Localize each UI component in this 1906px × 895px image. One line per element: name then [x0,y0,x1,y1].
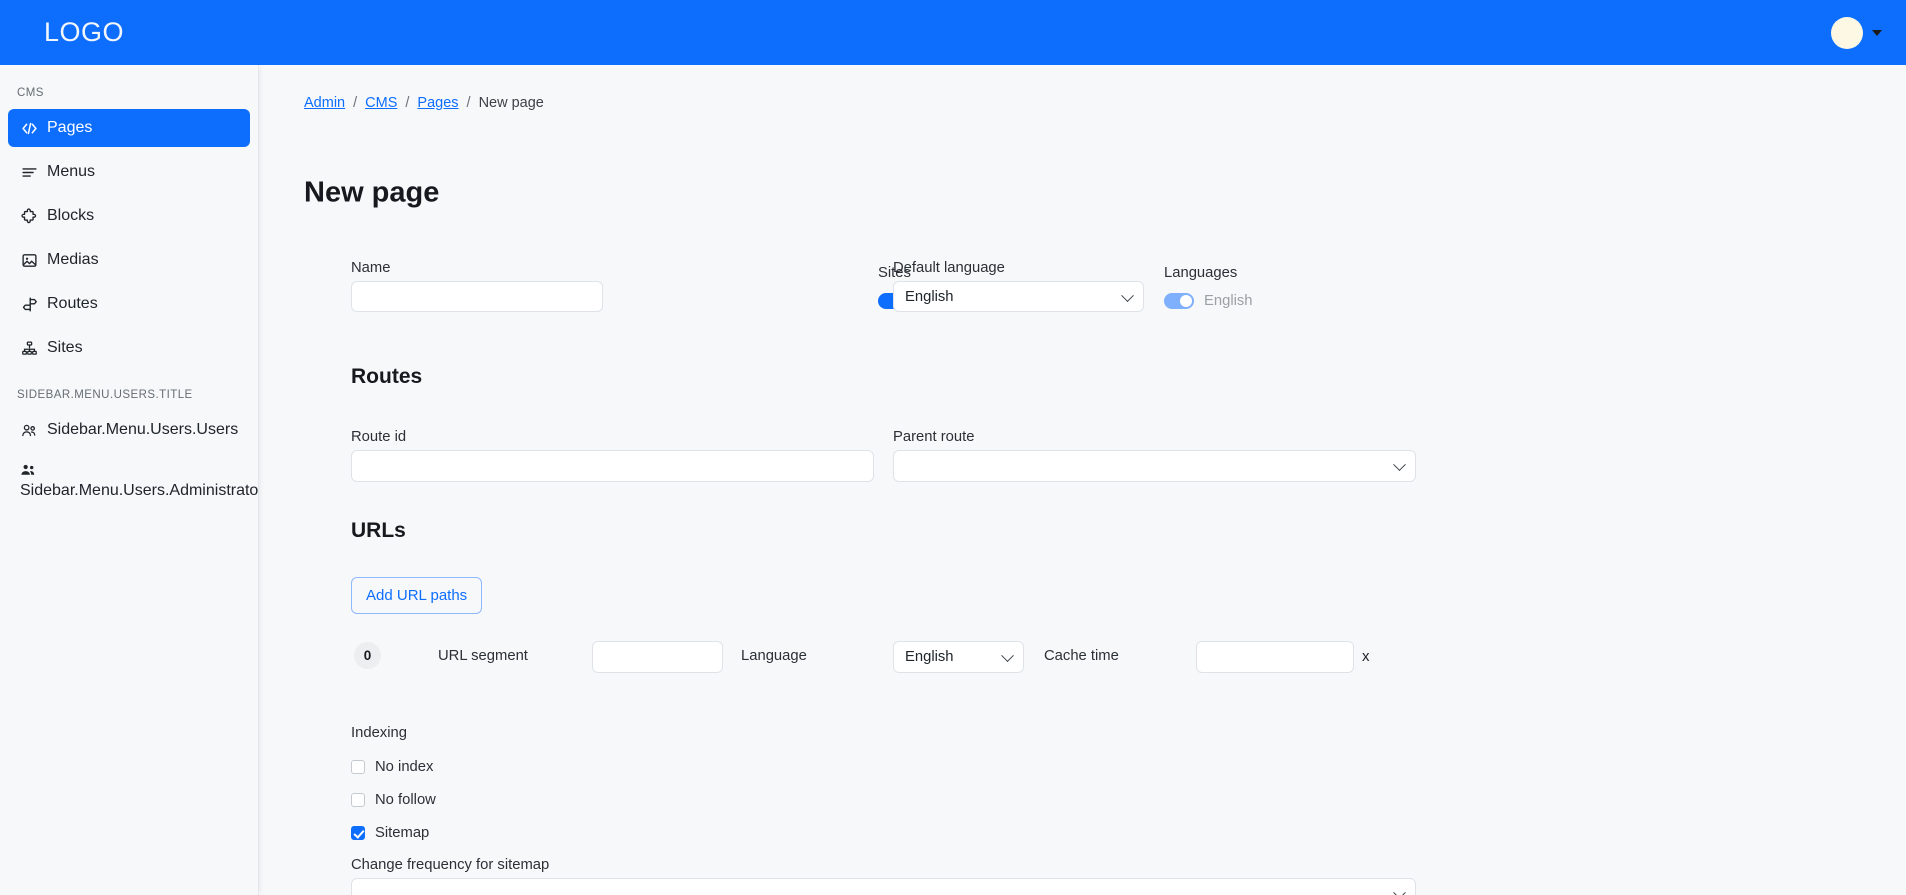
puzzle-piece-icon [20,207,38,225]
add-url-paths-button[interactable]: Add URL paths [351,577,483,614]
people-group-icon [20,462,38,480]
name-label: Name [351,260,391,276]
sidebar-item-administrators[interactable]: Sidebar.Menu.Users.Administrators [8,455,258,508]
sitemap-label: Sitemap [375,825,430,841]
no-follow-label: No follow [375,792,436,808]
sidebar-item-medias[interactable]: Medias [8,241,250,279]
sitemap-icon [20,339,38,357]
sidebar: CMS Pages Menus Blocks Medias Routes Sit… [0,65,259,895]
route-id-label: Route id [351,429,407,445]
routes-heading: Routes [351,365,423,388]
indexing-label: Indexing [351,725,407,741]
breadcrumb: Admin / CMS / Pages / New page [304,95,544,111]
cache-time-label: Cache time [1044,648,1119,664]
url-language-select[interactable]: English [893,641,1024,673]
default-language-select[interactable]: English [893,281,1144,312]
change-frequency-select[interactable] [351,878,1416,895]
chevron-down-icon [1001,649,1014,663]
top-navigation-bar: LOGO [0,0,1906,65]
no-index-row: No index [351,759,433,775]
breadcrumb-link-cms[interactable]: CMS [365,95,397,111]
url-segment-label: URL segment [438,648,528,664]
parent-route-label: Parent route [893,429,975,445]
sidebar-item-label: Sidebar.Menu.Users.Administrators [20,482,259,499]
parent-route-select[interactable] [893,450,1416,482]
language-english-toggle[interactable] [1164,293,1194,309]
image-icon [20,251,38,269]
sidebar-item-label: Routes [47,295,98,312]
sidebar-item-label: Blocks [47,207,95,224]
sidebar-item-label: Pages [47,119,93,136]
toggle-knob [1180,295,1192,307]
languages-label: Languages [1164,265,1238,281]
sidebar-item-sites[interactable]: Sites [8,329,250,367]
chevron-down-icon [1121,288,1134,302]
no-index-label: No index [375,759,434,775]
code-brackets-icon [20,119,38,137]
sidebar-item-blocks[interactable]: Blocks [8,197,250,235]
sidebar-section-title-users: SIDEBAR.MENU.USERS.TITLE [17,389,193,401]
breadcrumb-separator: / [353,95,358,111]
no-follow-checkbox[interactable] [351,793,365,807]
list-lines-icon [20,163,38,181]
avatar[interactable] [1831,16,1863,49]
no-follow-row: No follow [351,792,436,808]
cache-time-input[interactable] [1196,641,1354,673]
sidebar-section-title-cms: CMS [17,87,44,99]
chevron-down-icon[interactable] [1872,29,1882,36]
page-title: New page [304,176,440,209]
url-language-label: Language [741,648,807,664]
sidebar-item-pages[interactable]: Pages [8,109,250,147]
main-content: Admin / CMS / Pages / New page New page … [259,65,1906,895]
sidebar-item-label: Sites [47,339,83,356]
language-english-toggle-label: English [1204,293,1253,309]
change-frequency-label: Change frequency for sitemap [351,857,550,873]
signpost-icon [20,295,38,313]
sidebar-item-routes[interactable]: Routes [8,285,250,323]
topbar-user-menu[interactable] [1831,0,1882,65]
default-language-label: Default language [893,260,1005,276]
sitemap-row: Sitemap [351,825,429,841]
sidebar-item-label: Sidebar.Menu.Users.Users [47,421,239,438]
sidebar-item-users[interactable]: Sidebar.Menu.Users.Users [8,411,250,449]
breadcrumb-link-pages[interactable]: Pages [417,95,458,111]
sitemap-checkbox[interactable] [351,826,365,840]
users-icon [20,421,38,439]
url-row-index-badge: 0 [354,642,381,669]
sidebar-item-label: Medias [47,251,99,268]
chevron-down-icon [1393,458,1406,472]
sidebar-item-label: Menus [47,163,96,180]
breadcrumb-link-admin[interactable]: Admin [304,95,345,111]
url-segment-input[interactable] [592,641,723,673]
languages-toggle-row: English [1164,293,1253,309]
route-id-input[interactable] [351,450,874,482]
no-index-checkbox[interactable] [351,760,365,774]
breadcrumb-separator: / [405,95,410,111]
breadcrumb-separator: / [466,95,471,111]
app-logo[interactable]: LOGO [44,17,124,48]
chevron-down-icon [1393,886,1406,895]
url-language-value: English [905,649,954,665]
urls-heading: URLs [351,519,406,542]
default-language-value: English [905,288,954,305]
breadcrumb-current: New page [478,95,544,111]
remove-url-row-button[interactable]: x [1362,648,1370,665]
name-input[interactable] [351,281,603,312]
sidebar-item-menus[interactable]: Menus [8,153,250,191]
